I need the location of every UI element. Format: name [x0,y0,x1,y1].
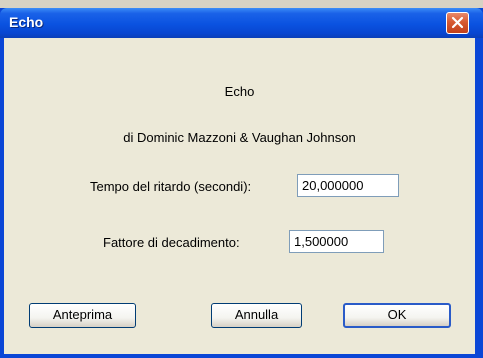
echo-dialog: Echo Echo di Dominic Mazzoni & Vaughan J… [0,8,483,358]
close-icon [451,16,464,29]
cancel-button[interactable]: Annulla [211,303,302,328]
close-button[interactable] [446,12,469,34]
decay-input[interactable]: 1,500000 [289,230,384,253]
decay-label: Fattore di decadimento: [103,235,240,250]
delay-input[interactable]: 20,000000 [297,174,399,197]
window-title: Echo [9,14,44,30]
preview-button[interactable]: Anteprima [29,303,136,328]
ok-button[interactable]: OK [343,303,451,328]
plugin-authors: di Dominic Mazzoni & Vaughan Johnson [123,130,356,145]
title-bar[interactable]: Echo [0,8,483,38]
delay-label: Tempo del ritardo (secondi): [90,179,252,194]
plugin-name: Echo [224,84,255,99]
dialog-body: Echo di Dominic Mazzoni & Vaughan Johnso… [4,38,475,354]
